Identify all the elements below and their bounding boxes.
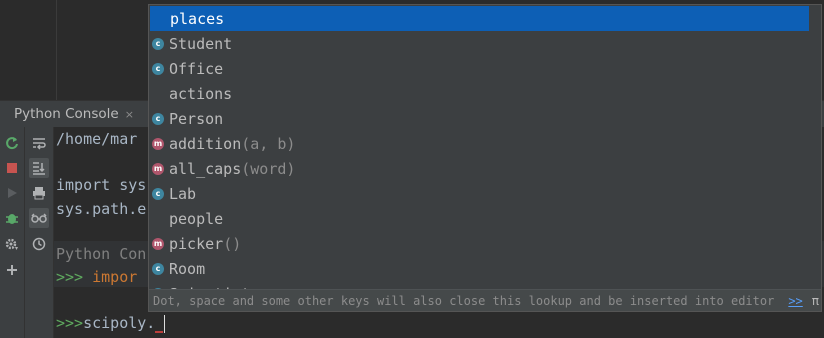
close-icon[interactable]: ×: [125, 108, 134, 121]
blank-icon: [152, 88, 164, 100]
completion-item[interactable]: c Room: [149, 256, 811, 281]
console-line: import sys: [56, 176, 147, 194]
completion-scrollbar[interactable]: [809, 5, 821, 289]
completion-item[interactable]: m all_caps (word): [149, 156, 811, 181]
show-variables-icon[interactable]: [29, 208, 49, 228]
completion-item-name: picker: [169, 234, 224, 253]
history-icon[interactable]: [29, 234, 49, 254]
settings-icon[interactable]: [2, 234, 22, 254]
completion-item-name: Office: [169, 59, 224, 78]
class-icon: c: [152, 112, 164, 125]
completion-item-name: places: [170, 9, 225, 28]
completion-hint: Dot, space and some other keys will also…: [153, 293, 775, 308]
completion-item-signature: (): [223, 234, 242, 253]
completion-item[interactable]: c Person: [149, 106, 811, 131]
class-icon: c: [152, 187, 164, 200]
completion-item-signature: (word): [241, 159, 296, 178]
completion-item-name: addition: [169, 134, 242, 153]
console-import-line: >>> impor: [56, 267, 137, 287]
completion-item[interactable]: c Office: [149, 56, 811, 81]
completion-item-name: Lab: [169, 184, 197, 203]
console-section-label: Python Con: [56, 245, 147, 263]
tab-label: Python Console: [14, 106, 119, 122]
tab-python-console[interactable]: Python Console ×: [0, 101, 142, 127]
class-icon: c: [152, 37, 164, 50]
text-caret: [164, 314, 166, 333]
stop-icon[interactable]: [2, 158, 22, 178]
console-input-text: scipoly.: [83, 314, 156, 332]
error-underline: [155, 328, 164, 333]
gutter-divider: [56, 0, 57, 100]
console-view-toolbar: [25, 127, 54, 338]
completion-item[interactable]: m addition (a, b): [149, 131, 811, 156]
console-prompt: >>>: [56, 268, 84, 286]
console-line: sys.path.e: [56, 200, 147, 218]
completion-item-name: Person: [169, 109, 224, 128]
completion-item[interactable]: c Lab: [149, 181, 811, 206]
soft-wrap-icon[interactable]: [29, 133, 49, 153]
method-icon: m: [152, 162, 164, 175]
completion-item-name: all_caps: [169, 159, 242, 178]
completion-item-signature: (a, b): [241, 134, 296, 153]
completion-item-name: people: [169, 209, 224, 228]
blank-icon: [152, 213, 164, 225]
print-icon[interactable]: [29, 183, 49, 203]
completion-item[interactable]: places: [150, 6, 810, 31]
console-prompt: >>>: [56, 314, 84, 332]
import-keyword: impor: [92, 268, 138, 286]
scroll-to-end-icon[interactable]: [29, 158, 49, 178]
rerun-icon[interactable]: [2, 133, 22, 153]
completion-popup[interactable]: places c Student c Office actions c Person m addi…: [148, 4, 822, 312]
execute-icon[interactable]: [2, 183, 22, 203]
console-input-line[interactable]: >>>scipoly.: [56, 313, 166, 333]
completion-item-name: Student: [169, 34, 233, 53]
console-line: /home/mar: [56, 130, 138, 148]
completion-item[interactable]: actions: [149, 81, 811, 106]
method-icon: m: [152, 237, 164, 250]
class-icon: c: [152, 62, 164, 75]
console-action-toolbar: [0, 127, 25, 338]
completion-item[interactable]: c Student: [149, 31, 811, 56]
debug-icon[interactable]: [2, 208, 22, 228]
completion-footer: Dot, space and some other keys will also…: [149, 289, 821, 311]
completion-more-link[interactable]: >>: [788, 294, 802, 308]
completion-item[interactable]: m picker(): [149, 231, 811, 256]
completion-item[interactable]: people: [149, 206, 811, 231]
method-icon: m: [152, 137, 164, 150]
completion-item-name: actions: [169, 84, 233, 103]
add-icon[interactable]: [2, 260, 22, 280]
pi-icon[interactable]: π: [812, 294, 819, 308]
completion-item-name: Room: [169, 259, 206, 278]
blank-icon: [153, 13, 165, 25]
class-icon: c: [152, 262, 164, 275]
